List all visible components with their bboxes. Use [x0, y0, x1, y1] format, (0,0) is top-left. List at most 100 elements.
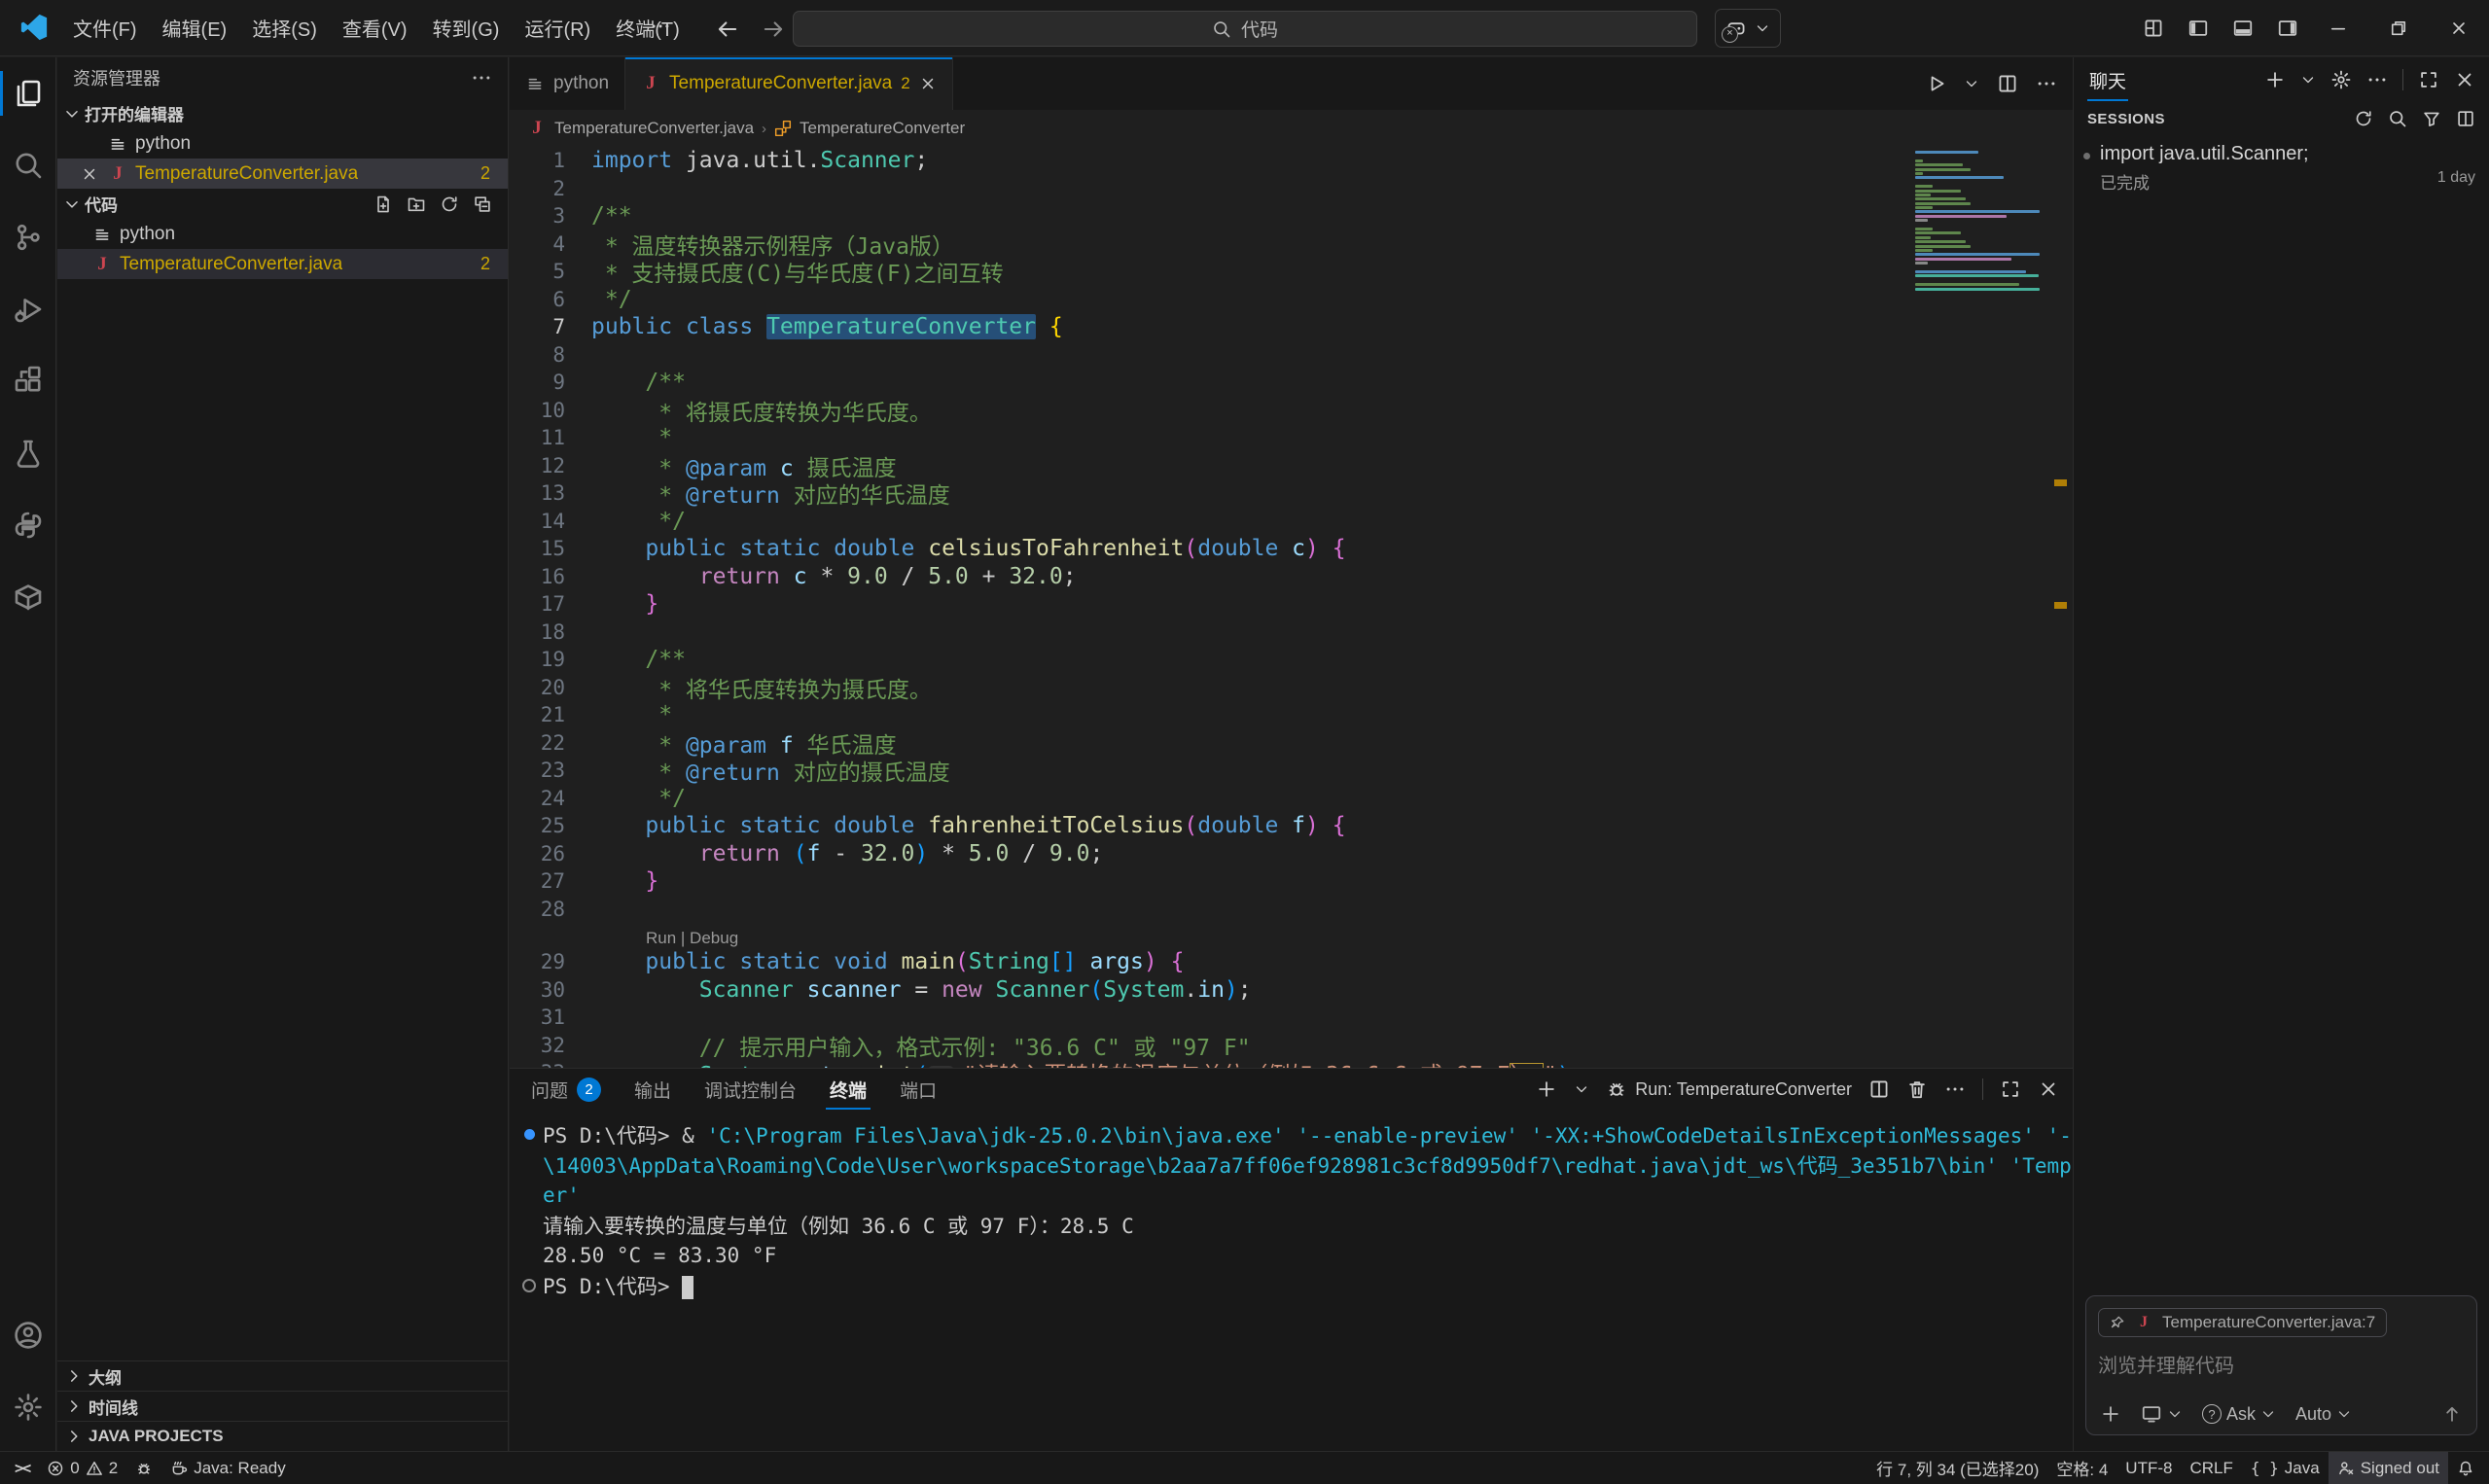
file-row-python[interactable]: python: [57, 219, 508, 249]
context-chip[interactable]: J TemperatureConverter.java:7: [2098, 1308, 2387, 1337]
menu-item[interactable]: 终端(T): [603, 8, 693, 48]
notifications-status[interactable]: [2448, 1452, 2483, 1484]
search-sessions-icon[interactable]: [2388, 109, 2407, 128]
terminal-dropdown-icon[interactable]: [1574, 1081, 1589, 1097]
breadcrumb-symbol[interactable]: TemperatureConverter: [800, 119, 965, 138]
activitybar-extensions[interactable]: [0, 345, 55, 417]
tab-python[interactable]: python: [510, 57, 625, 110]
activitybar-explorer[interactable]: [0, 57, 55, 129]
activitybar-accounts[interactable]: [0, 1299, 55, 1371]
mode-picker[interactable]: ? Ask: [2202, 1404, 2276, 1425]
file-row-TemperatureConverter.java[interactable]: JTemperatureConverter.java2: [57, 159, 508, 189]
maximize-chat-icon[interactable]: [2418, 69, 2439, 90]
breadcrumb[interactable]: J TemperatureConverter.java › Temperatur…: [510, 110, 2073, 147]
menu-item[interactable]: 选择(S): [239, 8, 330, 48]
toggle-sidebar-icon[interactable]: [2187, 18, 2209, 39]
sidebar-more-icon[interactable]: [471, 67, 492, 88]
code-line-27[interactable]: 27 }: [510, 867, 2073, 896]
chat-input-box[interactable]: J TemperatureConverter.java:7 浏览并理解代码 ? …: [2085, 1295, 2477, 1435]
terminal-run-session[interactable]: Run: TemperatureConverter: [1606, 1078, 1852, 1100]
code-editor[interactable]: 1import java.util.Scanner;23/**4 * 温度转换器…: [510, 147, 2073, 1068]
menu-item[interactable]: 运行(R): [512, 8, 603, 48]
chat-dropdown-icon[interactable]: [2300, 72, 2316, 88]
split-terminal-icon[interactable]: [1868, 1078, 1890, 1100]
code-line-17[interactable]: 17 }: [510, 590, 2073, 618]
activitybar-run-and-debug[interactable]: [0, 273, 55, 345]
activitybar-python[interactable]: [0, 489, 55, 561]
sidebar-section[interactable]: 时间线: [57, 1391, 508, 1421]
panel-tab-输出[interactable]: 输出: [634, 1069, 671, 1110]
window-close-button[interactable]: [2429, 0, 2489, 56]
sidebar-section[interactable]: 大纲: [57, 1360, 508, 1391]
nav-forward-icon[interactable]: [761, 17, 786, 42]
editor-more-icon[interactable]: [2036, 73, 2057, 94]
close-icon[interactable]: [81, 165, 98, 183]
tab-TemperatureConverter.java[interactable]: JTemperatureConverter.java2: [625, 57, 953, 110]
code-line-22[interactable]: 22 * @param f 华氏温度: [510, 729, 2073, 758]
run-java-icon[interactable]: [1925, 73, 1946, 94]
close-panel-icon[interactable]: [2038, 1078, 2059, 1100]
account-status[interactable]: Signed out: [2329, 1452, 2448, 1484]
refresh-sessions-icon[interactable]: [2354, 109, 2373, 128]
close-tab-icon[interactable]: [919, 75, 937, 92]
code-line-25[interactable]: 25 public static double fahrenheitToCels…: [510, 812, 2073, 840]
menu-item[interactable]: 编辑(E): [150, 8, 240, 48]
panel-tab-调试控制台[interactable]: 调试控制台: [704, 1069, 797, 1110]
kill-terminal-icon[interactable]: [1906, 1078, 1928, 1100]
chat-session-item[interactable]: import java.util.Scanner; 已完成 1 day: [2074, 135, 2489, 199]
activitybar-source-control[interactable]: [0, 201, 55, 273]
command-center-search[interactable]: 代码: [793, 11, 1697, 47]
indentation-status[interactable]: 空格: 4: [2047, 1452, 2116, 1484]
window-minimize-button[interactable]: [2308, 0, 2368, 56]
code-line-7[interactable]: 7public class TemperatureConverter {: [510, 313, 2073, 341]
run-dropdown-icon[interactable]: [1964, 76, 1979, 91]
folder-header[interactable]: 代码: [57, 189, 508, 219]
code-line-26[interactable]: 26 return (f - 32.0) * 5.0 / 9.0;: [510, 840, 2073, 868]
split-sessions-icon[interactable]: [2456, 109, 2475, 128]
terminal[interactable]: PS D:\代码> & 'C:\Program Files\Java\jdk-2…: [510, 1110, 2073, 1300]
code-line-8[interactable]: 8: [510, 341, 2073, 370]
code-line-9[interactable]: 9 /**: [510, 369, 2073, 397]
activitybar-search[interactable]: [0, 129, 55, 201]
tools-picker[interactable]: [2141, 1403, 2183, 1425]
panel-tab-终端[interactable]: 终端: [830, 1069, 867, 1110]
remote-indicator[interactable]: ><: [6, 1452, 38, 1484]
chat-more-icon[interactable]: [2366, 69, 2388, 90]
code-line-11[interactable]: 11 *: [510, 424, 2073, 452]
toggle-panel-icon[interactable]: [2232, 18, 2254, 39]
language-status[interactable]: { } Java: [2242, 1452, 2329, 1484]
refresh-explorer-icon[interactable]: [440, 194, 459, 214]
code-line-1[interactable]: 1import java.util.Scanner;: [510, 147, 2073, 175]
file-row-python[interactable]: python: [57, 128, 508, 159]
menu-item[interactable]: 文件(F): [60, 8, 150, 48]
customize-layout-icon[interactable]: [2143, 18, 2164, 39]
chat-input-placeholder[interactable]: 浏览并理解代码: [2098, 1350, 2465, 1378]
code-line-30[interactable]: 30 Scanner scanner = new Scanner(System.…: [510, 976, 2073, 1005]
debug-status[interactable]: [126, 1452, 161, 1484]
sidebar-section[interactable]: JAVA PROJECTS: [57, 1421, 508, 1451]
close-chat-icon[interactable]: [2454, 69, 2475, 90]
code-line-12[interactable]: 12 * @param c 摄氏温度: [510, 452, 2073, 480]
eol-status[interactable]: CRLF: [2181, 1452, 2241, 1484]
code-line-32[interactable]: 32 // 提示用户输入，格式示例: "36.6 C" 或 "97 F": [510, 1032, 2073, 1060]
code-line-2[interactable]: 2: [510, 175, 2073, 203]
menu-item[interactable]: 转到(G): [420, 8, 513, 48]
maximize-panel-icon[interactable]: [2000, 1078, 2021, 1100]
new-terminal-icon[interactable]: [1536, 1078, 1557, 1100]
code-line-33[interactable]: 33 System.out.print(s:"请输入要转换的温度与单位（例如 3…: [510, 1059, 2073, 1068]
new-folder-icon[interactable]: [407, 194, 426, 214]
code-line-4[interactable]: 4 * 温度转换器示例程序（Java版）: [510, 230, 2073, 259]
code-line-21[interactable]: 21 *: [510, 701, 2073, 729]
split-editor-icon[interactable]: [1997, 73, 2018, 94]
code-line-15[interactable]: 15 public static double celsiusToFahrenh…: [510, 535, 2073, 563]
code-line-29[interactable]: 29 public static void main(String[] args…: [510, 948, 2073, 976]
panel-tab-端口[interactable]: 端口: [900, 1069, 937, 1110]
code-line-19[interactable]: 19 /**: [510, 646, 2073, 674]
model-picker[interactable]: Auto: [2295, 1404, 2352, 1425]
menu-overflow-icon[interactable]: [650, 16, 671, 37]
filter-sessions-icon[interactable]: [2422, 109, 2441, 128]
new-file-icon[interactable]: [373, 194, 393, 214]
code-line-18[interactable]: 18: [510, 618, 2073, 647]
codelens-run-debug[interactable]: Run | Debug: [510, 923, 2073, 948]
panel-tab-问题[interactable]: 问题2: [531, 1069, 601, 1110]
